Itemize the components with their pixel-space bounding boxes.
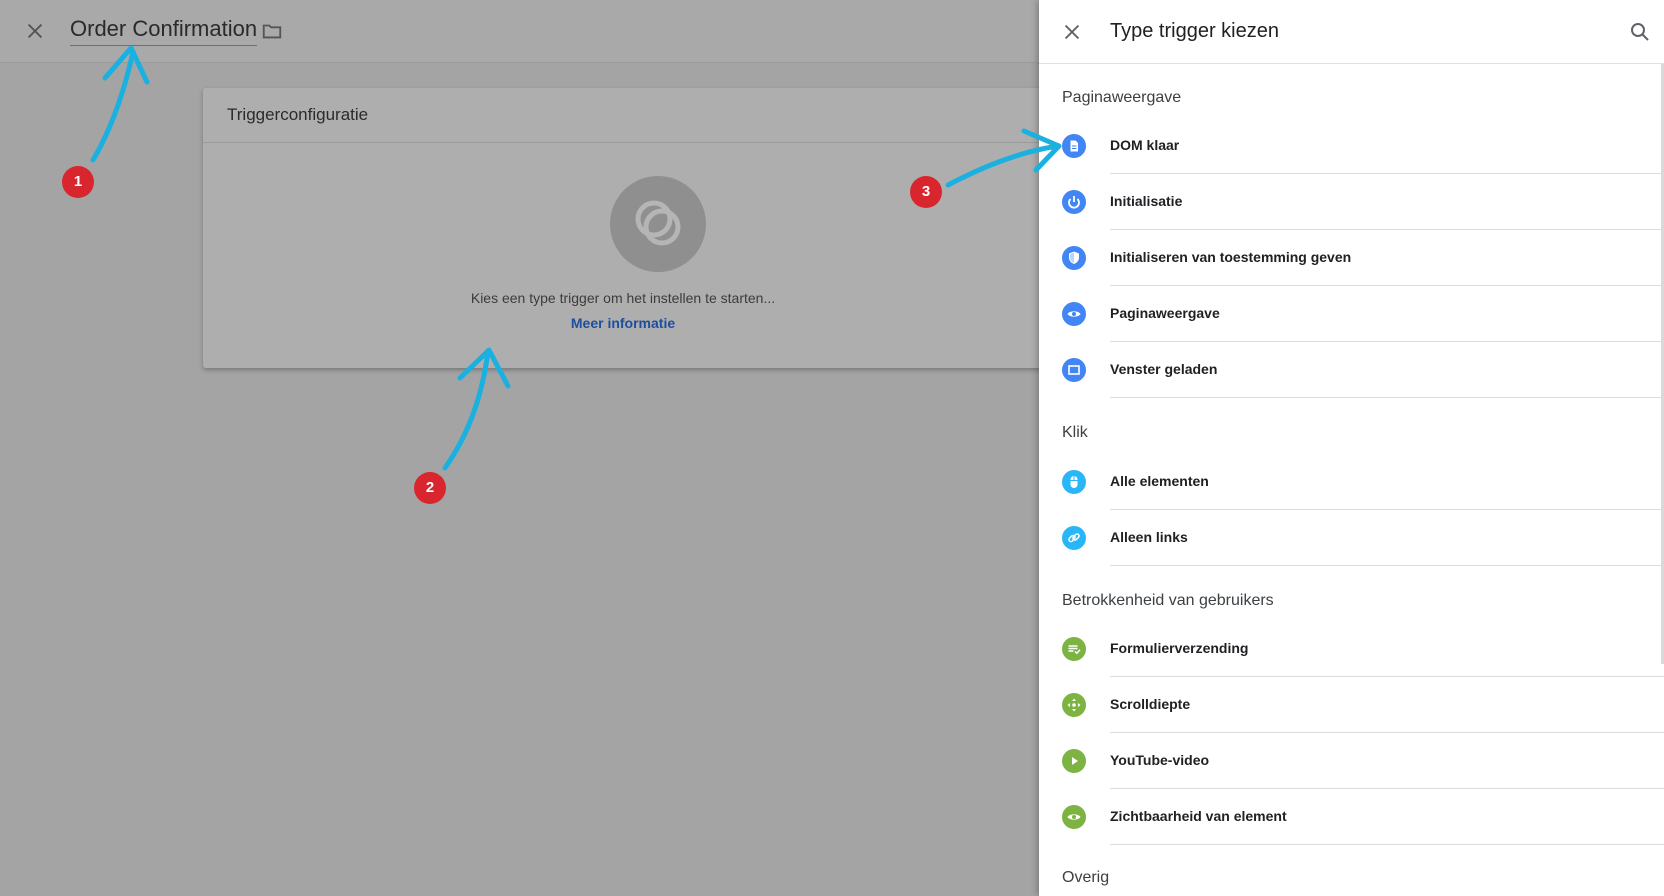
trigger-type-element-visibility[interactable]: Zichtbaarheid van element [1039,789,1664,845]
trigger-type-form-submission[interactable]: Formulierverzending [1039,621,1664,677]
trigger-type-panel: Type trigger kiezen Paginaweergave DOM k… [1039,0,1664,896]
folder-icon[interactable] [261,20,283,42]
trigger-type-label: Formulierverzending [1110,640,1249,656]
trigger-type-window-loaded[interactable]: Venster geladen [1039,342,1664,398]
divider [1110,844,1664,845]
trigger-type-all-elements[interactable]: Alle elementen [1039,454,1664,510]
annotation-badge-3: 3 [910,176,942,208]
divider [1110,565,1664,566]
trigger-type-label: Scrolldiepte [1110,696,1191,712]
close-icon[interactable] [1061,21,1083,43]
trigger-type-label: Venster geladen [1110,361,1218,377]
move-arrows-icon [1062,693,1086,717]
trigger-type-label: Zichtbaarheid van element [1110,808,1287,824]
trigger-type-initialization[interactable]: Initialisatie [1039,174,1664,230]
search-icon[interactable] [1628,20,1652,44]
trigger-type-consent-initialization[interactable]: Initialiseren van toestemming geven [1039,230,1664,286]
choose-trigger-type-button[interactable] [610,176,706,272]
trigger-type-dom-ready[interactable]: DOM klaar [1039,118,1664,174]
annotation-badge-1: 1 [62,166,94,198]
close-icon[interactable] [24,20,46,42]
card-title: Triggerconfiguratie [203,88,1043,143]
trigger-name-input[interactable]: Order Confirmation [70,16,258,46]
section-title-click: Klik [1062,424,1088,441]
trigger-type-label: DOM klaar [1110,137,1180,153]
trigger-type-scroll-depth[interactable]: Scrolldiepte [1039,677,1664,733]
eye-icon [1062,302,1086,326]
power-icon [1062,190,1086,214]
trigger-type-label: Alle elementen [1110,473,1209,489]
section-title-other: Overig [1062,869,1110,886]
divider [1110,397,1664,398]
trigger-type-just-links[interactable]: Alleen links [1039,510,1664,566]
trigger-type-label: YouTube-video [1110,752,1210,768]
link-icon [1062,526,1086,550]
annotation-arrow-1 [90,49,136,163]
mouse-icon [1062,470,1086,494]
play-icon [1062,749,1086,773]
trigger-type-page-view[interactable]: Paginaweergave [1039,286,1664,342]
editor-header: Order Confirmation [0,0,1040,63]
card-message: Kies een type trigger om het instellen t… [470,290,776,306]
window-icon [1062,358,1086,382]
eye-icon [1062,805,1086,829]
trigger-placeholder-icon [635,200,681,246]
panel-header: Type trigger kiezen [1039,0,1664,64]
trigger-config-card: Triggerconfiguratie Kies een type trigge… [203,88,1043,368]
trigger-type-label: Initialiseren van toestemming geven [1110,249,1352,265]
section-title-page-view: Paginaweergave [1062,89,1182,106]
annotation-badge-2: 2 [414,472,446,504]
trigger-type-label: Paginaweergave [1110,305,1220,321]
trigger-type-youtube-video[interactable]: YouTube-video [1039,733,1664,789]
learn-more-link[interactable]: Meer informatie [203,315,1043,331]
panel-title: Type trigger kiezen [1110,20,1279,42]
trigger-type-label: Alleen links [1110,529,1188,545]
form-check-icon [1062,637,1086,661]
section-title-user-engagement: Betrokkenheid van gebruikers [1062,592,1274,609]
document-icon [1062,134,1086,158]
annotation-arrow-2 [442,349,491,471]
shield-icon [1062,246,1086,270]
trigger-type-label: Initialisatie [1110,193,1183,209]
